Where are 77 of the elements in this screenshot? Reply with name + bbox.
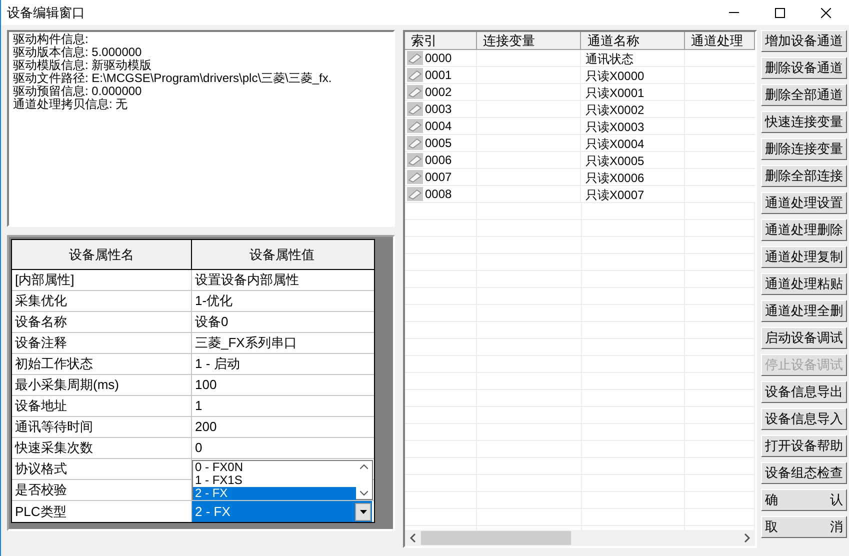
channel-name: 只读X0006 xyxy=(585,171,644,185)
info-text-box[interactable]: 驱动构件信息: 驱动版本信息: 5.000000 驱动模版信息: 新驱动模版 驱动文件路径: E:\MCGSE\Program\drivers\plc\三菱\三菱_fx. 驱动预留信息: 0.000000 通道处理拷贝信息: 无 xyxy=(7,30,395,227)
action-button[interactable]: 设备信息导入 xyxy=(761,408,847,430)
column-header[interactable]: 通道处理 xyxy=(685,32,755,50)
property-value[interactable]: 0 xyxy=(192,438,372,458)
property-name: 设备名称 xyxy=(12,312,192,332)
column-header[interactable]: 连接变量 xyxy=(476,32,582,50)
action-button[interactable]: 快速连接变量 xyxy=(761,111,847,133)
action-button[interactable]: 通道处理删除 xyxy=(761,219,847,241)
channel-index[interactable]: 0001 xyxy=(425,66,452,84)
channel-index[interactable]: 0003 xyxy=(425,100,452,118)
channel-name: 只读X0003 xyxy=(585,120,644,134)
channel-index[interactable]: 0007 xyxy=(425,168,452,186)
dropdown-option[interactable]: 2 - FX xyxy=(193,487,356,500)
property-name: [内部属性] xyxy=(12,270,192,290)
action-button[interactable]: 增加设备通道 xyxy=(761,30,847,52)
property-name: 设备地址 xyxy=(12,396,192,416)
channel-name: 只读X0004 xyxy=(585,137,644,151)
dropdown-option[interactable]: 1 - FX1S xyxy=(193,474,356,487)
action-button[interactable]: 设备组态检查 xyxy=(761,462,847,484)
info-line: 驱动版本信息: 5.000000 xyxy=(13,46,143,59)
channel-name: 只读X0001 xyxy=(585,86,644,100)
property-value[interactable]: 200 xyxy=(192,417,372,437)
action-button[interactable]: 删除全部连接 xyxy=(761,165,847,187)
action-button[interactable]: 通道处理粘贴 xyxy=(761,273,847,295)
action-button[interactable]: 删除连接变量 xyxy=(761,138,847,160)
channel-index[interactable]: 0008 xyxy=(425,185,452,203)
dropdown-list[interactable]: 0 - FX0N 1 - FX1S 2 - FX xyxy=(192,460,373,500)
horizontal-scrollbar[interactable] xyxy=(405,530,755,546)
property-value[interactable]: 设备0 xyxy=(192,312,372,332)
action-button[interactable]: 设备信息导出 xyxy=(761,381,847,403)
channel-name: 只读X0002 xyxy=(585,103,644,117)
action-button[interactable]: 通道处理全删 xyxy=(761,300,847,322)
column-header[interactable]: 通道名称 xyxy=(581,32,686,50)
property-value[interactable]: 1 - 启动 xyxy=(192,354,372,374)
property-name: 快速采集次数 xyxy=(12,438,192,458)
plc-type-combo[interactable]: 2 - FX xyxy=(192,501,372,522)
info-line: 通道处理拷贝信息: 无 xyxy=(13,98,129,111)
action-button[interactable]: 取 消 xyxy=(761,516,847,538)
property-value[interactable]: 1-优化 xyxy=(192,291,372,311)
action-button[interactable]: 启动设备调试 xyxy=(761,327,847,349)
channel-name: 通讯状态 xyxy=(585,52,634,66)
property-name: 采集优化 xyxy=(12,291,192,311)
action-button[interactable]: 通道处理复制 xyxy=(761,246,847,268)
scroll-down-icon[interactable] xyxy=(360,491,368,496)
channel-name: 只读X0007 xyxy=(585,188,644,202)
info-line: 驱动构件信息: xyxy=(13,33,90,46)
column-header[interactable]: 设备属性名 xyxy=(12,240,192,269)
property-name: 初始工作状态 xyxy=(12,354,192,374)
info-line: 驱动预留信息: 0.000000 xyxy=(13,85,142,98)
channel-index[interactable]: 0000 xyxy=(425,50,452,67)
channel-index[interactable]: 0005 xyxy=(425,134,452,152)
action-button[interactable]: 打开设备帮助 xyxy=(761,435,847,457)
channel-name: 只读X0000 xyxy=(585,69,644,83)
action-button[interactable]: 删除设备通道 xyxy=(761,57,847,79)
property-name: 最小采集周期(ms) xyxy=(12,375,192,395)
property-value[interactable]: 100 xyxy=(192,375,372,395)
action-button[interactable]: 通道处理设置 xyxy=(761,192,847,214)
action-button[interactable]: 删除全部通道 xyxy=(761,84,847,106)
column-header[interactable]: 索引 xyxy=(405,32,477,50)
property-value[interactable]: 1 xyxy=(192,396,372,416)
property-name: 设备注释 xyxy=(12,333,192,353)
channel-index[interactable]: 0004 xyxy=(425,117,452,135)
scrollbar-thumb[interactable] xyxy=(421,531,571,545)
info-line: 驱动模版信息: 新驱动模版 xyxy=(13,59,153,72)
property-name: 通讯等待时间 xyxy=(12,417,192,437)
channel-name: 只读X0005 xyxy=(585,154,644,168)
window-title: 设备编辑窗口 xyxy=(7,4,85,22)
property-value[interactable]: 三菱_FX系列串口 xyxy=(192,333,372,353)
info-line: 驱动文件路径: E:\MCGSE\Program\drivers\plc\三菱\三菱_fx. xyxy=(13,72,333,85)
dropdown-option[interactable]: 0 - FX0N xyxy=(193,461,356,474)
property-value[interactable]: 设置设备内部属性 xyxy=(192,270,372,290)
action-button[interactable]: 确 认 xyxy=(761,489,847,511)
channel-index[interactable]: 0002 xyxy=(425,83,452,101)
channel-index[interactable]: 0006 xyxy=(425,151,452,169)
column-header[interactable]: 设备属性值 xyxy=(192,240,372,269)
scroll-up-icon[interactable] xyxy=(360,464,368,469)
